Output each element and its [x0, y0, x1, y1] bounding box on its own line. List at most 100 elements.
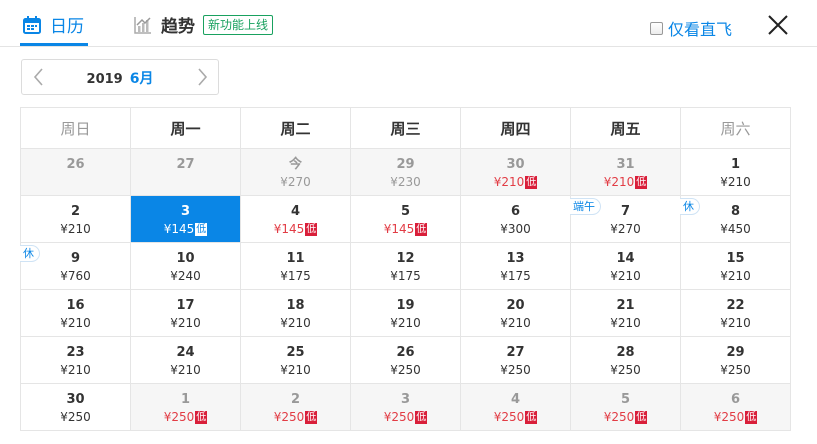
calendar-day-cell[interactable]: 31 ¥210 低 [570, 148, 681, 196]
calendar-day-cell[interactable]: 17 ¥210 [130, 289, 241, 337]
calendar-day-cell[interactable]: 18 ¥210 [240, 289, 351, 337]
calendar-day-cell[interactable]: 26 [20, 148, 131, 196]
calendar-day-cell[interactable]: 12 ¥175 [350, 242, 461, 290]
calendar-day-cell[interactable]: 22 ¥210 [680, 289, 791, 337]
day-price: ¥450 [681, 221, 790, 237]
close-icon[interactable] [766, 13, 790, 37]
day-price: ¥210 [571, 315, 680, 331]
price-value: ¥210 [610, 269, 641, 283]
calendar-day-cell[interactable]: 28 ¥250 [570, 336, 681, 384]
price-value: ¥250 [60, 410, 91, 424]
weekday-monday: 周一 [130, 107, 241, 149]
day-number: 2 [290, 392, 301, 407]
price-value: ¥210 [170, 316, 201, 330]
calendar-day-cell[interactable]: 21 ¥210 [570, 289, 681, 337]
low-price-badge: 低 [525, 176, 538, 189]
low-price-badge: 低 [745, 411, 758, 424]
price-value: ¥230 [390, 175, 421, 189]
calendar-day-cell[interactable]: 15 ¥210 [680, 242, 791, 290]
calendar-week-row: 30 ¥250 1 ¥250 低 2 ¥250 低 3 ¥250 低 4 ¥250 低 5 ¥250 低 6 ¥25… [20, 383, 791, 431]
price-value: ¥270 [610, 222, 641, 236]
calendar-grid: 周日 周一 周二 周三 周四 周五 周六 26 27 今 ¥270 29 ¥230 30 ¥2… [20, 107, 791, 431]
calendar-day-cell[interactable]: 19 ¥210 [350, 289, 461, 337]
day-number: 11 [286, 251, 305, 266]
day-price: ¥210 [21, 221, 130, 237]
calendar-day-cell[interactable]: 6 ¥250 低 [680, 383, 791, 431]
chevron-right-icon[interactable] [192, 67, 212, 87]
calendar-day-cell[interactable]: 1 ¥210 [680, 148, 791, 196]
day-price: ¥300 [461, 221, 570, 237]
tab-trend[interactable]: 趋势 新功能上线 [133, 12, 274, 37]
calendar-day-cell[interactable]: 休 8 ¥450 [680, 195, 791, 243]
price-value: ¥250 [500, 363, 531, 377]
day-number: 22 [726, 298, 745, 313]
price-value: ¥210 [170, 363, 201, 377]
calendar-day-cell[interactable]: 27 [130, 148, 241, 196]
calendar-day-cell[interactable]: 10 ¥240 [130, 242, 241, 290]
low-price-badge: 低 [195, 223, 208, 236]
calendar-day-cell[interactable]: 27 ¥250 [460, 336, 571, 384]
day-price: ¥210 [351, 315, 460, 331]
calendar-week-row: 23 ¥210 24 ¥210 25 ¥210 26 ¥250 27 ¥250 28 ¥250 29 ¥2… [20, 336, 791, 384]
calendar-day-cell[interactable]: 3 ¥250 低 [350, 383, 461, 431]
day-number: 29 [726, 345, 745, 360]
day-price: ¥145 低 [131, 221, 240, 237]
calendar-day-cell[interactable]: 1 ¥250 低 [130, 383, 241, 431]
calendar-day-cell[interactable]: 14 ¥210 [570, 242, 681, 290]
day-price: ¥210 [681, 174, 790, 190]
price-value: ¥210 [60, 363, 91, 377]
calendar-day-cell[interactable]: 20 ¥210 [460, 289, 571, 337]
calendar-day-cell[interactable]: 5 ¥145 低 [350, 195, 461, 243]
calendar-day-cell[interactable]: 6 ¥300 [460, 195, 571, 243]
day-number: 6 [730, 392, 741, 407]
month-text: 6月 [129, 71, 154, 87]
calendar-day-cell[interactable]: 30 ¥250 [20, 383, 131, 431]
month-label: 2019 6月 [22, 68, 218, 88]
calendar-day-cell[interactable]: 11 ¥175 [240, 242, 351, 290]
calendar-day-cell[interactable]: 24 ¥210 [130, 336, 241, 384]
calendar-week-row: 26 27 今 ¥270 29 ¥230 30 ¥210 低 31 ¥210 低 1 ¥210 [20, 148, 791, 196]
calendar-day-cell[interactable]: 16 ¥210 [20, 289, 131, 337]
day-number: 23 [66, 345, 85, 360]
calendar-day-cell[interactable]: 3 ¥145 低 [130, 195, 241, 243]
day-price: ¥210 [571, 268, 680, 284]
calendar-day-cell[interactable]: 29 ¥230 [350, 148, 461, 196]
day-number: 17 [176, 298, 195, 313]
calendar-day-cell[interactable]: 25 ¥210 [240, 336, 351, 384]
price-value: ¥250 [390, 363, 421, 377]
day-price: ¥250 低 [571, 409, 680, 425]
day-price: ¥250 低 [351, 409, 460, 425]
price-value: ¥250 [720, 363, 751, 377]
calendar-day-cell[interactable]: 26 ¥250 [350, 336, 461, 384]
tab-calendar[interactable]: 日历 [22, 12, 84, 37]
direct-flight-checkbox[interactable] [650, 21, 663, 35]
calendar-day-cell[interactable]: 端午 7 ¥270 [570, 195, 681, 243]
day-price: ¥240 [131, 268, 240, 284]
calendar-day-cell[interactable]: 休 9 ¥760 [20, 242, 131, 290]
calendar-day-cell[interactable]: 13 ¥175 [460, 242, 571, 290]
weekday-saturday: 周六 [680, 107, 791, 149]
day-number: 29 [396, 157, 415, 172]
calendar-day-cell[interactable]: 今 ¥270 [240, 148, 351, 196]
weekday-friday: 周五 [570, 107, 681, 149]
calendar-day-cell[interactable]: 2 ¥210 [20, 195, 131, 243]
day-price: ¥145 低 [351, 221, 460, 237]
calendar-day-cell[interactable]: 5 ¥250 低 [570, 383, 681, 431]
day-number: 1 [730, 157, 741, 172]
direct-flight-filter[interactable]: 仅看直飞 [650, 16, 732, 40]
calendar-day-cell[interactable]: 4 ¥145 低 [240, 195, 351, 243]
price-value: ¥210 [500, 316, 531, 330]
day-number: 21 [616, 298, 635, 313]
day-price: ¥210 [131, 315, 240, 331]
day-number: 6 [510, 204, 521, 219]
calendar-day-cell[interactable]: 29 ¥250 [680, 336, 791, 384]
calendar-day-cell[interactable]: 23 ¥210 [20, 336, 131, 384]
day-number: 3 [180, 204, 191, 219]
calendar-day-cell[interactable]: 30 ¥210 低 [460, 148, 571, 196]
calendar-day-cell[interactable]: 4 ¥250 低 [460, 383, 571, 431]
day-price: ¥250 低 [241, 409, 350, 425]
price-value: ¥210 [610, 316, 641, 330]
day-number: 4 [290, 204, 301, 219]
calendar-day-cell[interactable]: 2 ¥250 低 [240, 383, 351, 431]
price-value: ¥175 [280, 269, 311, 283]
